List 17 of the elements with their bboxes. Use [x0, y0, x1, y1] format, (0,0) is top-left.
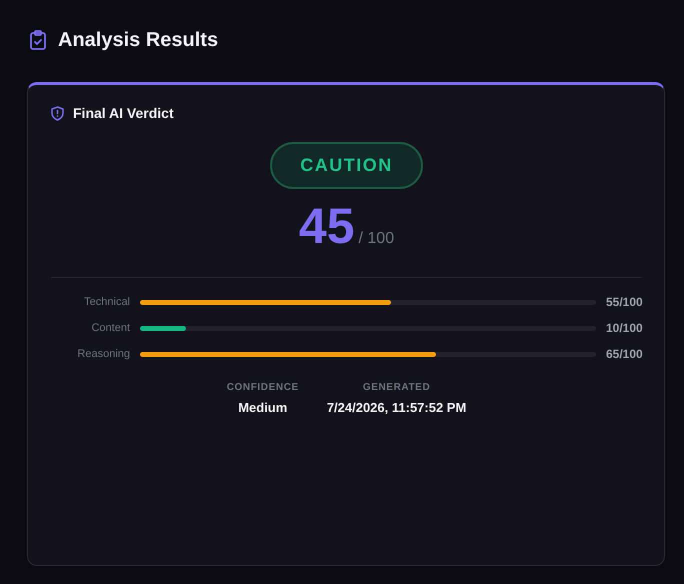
- card-title: Final AI Verdict: [73, 105, 174, 121]
- metric-label: Reasoning: [76, 348, 130, 360]
- shield-alert-icon: [51, 106, 64, 120]
- score-value: 45: [298, 201, 355, 251]
- metric-value: 65/100: [606, 347, 642, 361]
- metric-label: Content: [90, 322, 130, 334]
- meta-label: CONFIDENCE: [226, 382, 299, 393]
- meta-value: Medium: [238, 400, 288, 415]
- metric-value: 10/100: [606, 321, 642, 335]
- score-max: / 100: [358, 230, 394, 248]
- meta-label: GENERATED: [362, 382, 430, 393]
- verdict-badge: CAUTION: [270, 142, 423, 189]
- meta-value: 7/24/2026, 11:57:52 PM: [326, 400, 466, 415]
- metric-value: 55/100: [606, 295, 642, 309]
- clipboard-check-icon: [29, 30, 47, 50]
- page-title: Analysis Results: [58, 28, 218, 52]
- metric-label: Technical: [83, 296, 130, 308]
